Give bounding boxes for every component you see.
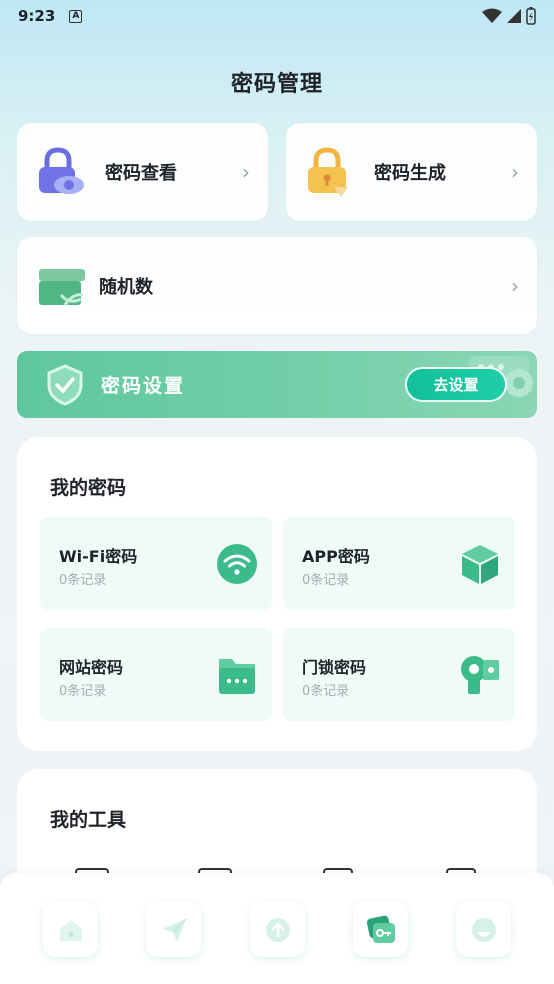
tile-count: 0条记录	[59, 573, 107, 588]
cell-signal-icon	[507, 9, 521, 23]
tile-name: Wi-Fi密码	[59, 547, 138, 566]
my-tools-title: 我的工具	[50, 809, 127, 831]
lock-gold-icon	[304, 145, 358, 199]
my-passwords-title: 我的密码	[50, 477, 127, 499]
password-generate-label: 密码生成	[374, 163, 446, 184]
tile-count: 0条记录	[302, 684, 350, 699]
key-cards-icon	[366, 915, 395, 943]
tab-profile[interactable]	[456, 902, 511, 957]
password-settings-label: 密码设置	[101, 375, 186, 397]
random-box-icon	[35, 259, 89, 313]
website-folder-icon	[219, 659, 255, 694]
status-icons	[482, 7, 536, 25]
upload-icon	[265, 917, 290, 942]
status-bar: 9:23 A	[0, 0, 554, 32]
page-title: 密码管理	[230, 72, 323, 97]
tile-count: 0条记录	[302, 573, 350, 588]
go-settings-button[interactable]: 去设置	[405, 367, 507, 402]
status-time: 9:23	[18, 7, 56, 25]
battery-icon	[526, 7, 536, 25]
door-lock-password-tile[interactable]: 门锁密码 0条记录	[283, 628, 515, 721]
tile-name: 网站密码	[59, 658, 124, 677]
website-password-tile[interactable]: 网站密码 0条记录	[40, 628, 272, 721]
tab-upload[interactable]	[250, 902, 305, 957]
chevron-right-icon: ›	[242, 160, 250, 184]
my-passwords-section: 我的密码 Wi-Fi密码 0条记录 APP密码 0条记录 网站密码 0条记录 门…	[17, 437, 537, 751]
door-lock-icon	[461, 656, 499, 694]
password-generate-card[interactable]: 密码生成 ›	[286, 123, 537, 221]
home-icon	[59, 919, 82, 941]
lock-eye-icon	[35, 145, 89, 199]
random-number-card[interactable]: 随机数 ›	[17, 237, 537, 334]
tile-name: APP密码	[302, 547, 370, 566]
cube-icon	[462, 545, 498, 584]
password-view-label: 密码查看	[105, 163, 177, 184]
random-number-label: 随机数	[99, 276, 153, 298]
wifi-icon	[217, 544, 257, 584]
password-view-card[interactable]: 密码查看 ›	[17, 123, 268, 221]
app-password-tile[interactable]: APP密码 0条记录	[283, 517, 515, 610]
password-settings-banner[interactable]: 密码设置 去设置	[17, 351, 537, 418]
tile-count: 0条记录	[59, 684, 107, 699]
tab-key-cards[interactable]	[353, 902, 408, 957]
chevron-right-icon: ›	[511, 273, 519, 298]
chevron-right-icon: ›	[511, 160, 519, 184]
tab-home[interactable]	[43, 902, 98, 957]
shield-check-icon	[47, 363, 83, 406]
wifi-signal-icon	[482, 8, 502, 23]
tile-name: 门锁密码	[302, 658, 367, 677]
profile-icon	[471, 917, 496, 942]
tab-send[interactable]	[146, 902, 201, 957]
notification-icon: A	[69, 9, 83, 23]
wifi-password-tile[interactable]: Wi-Fi密码 0条记录	[40, 517, 272, 610]
send-icon	[161, 917, 187, 942]
bottom-tab-bar	[0, 873, 554, 984]
